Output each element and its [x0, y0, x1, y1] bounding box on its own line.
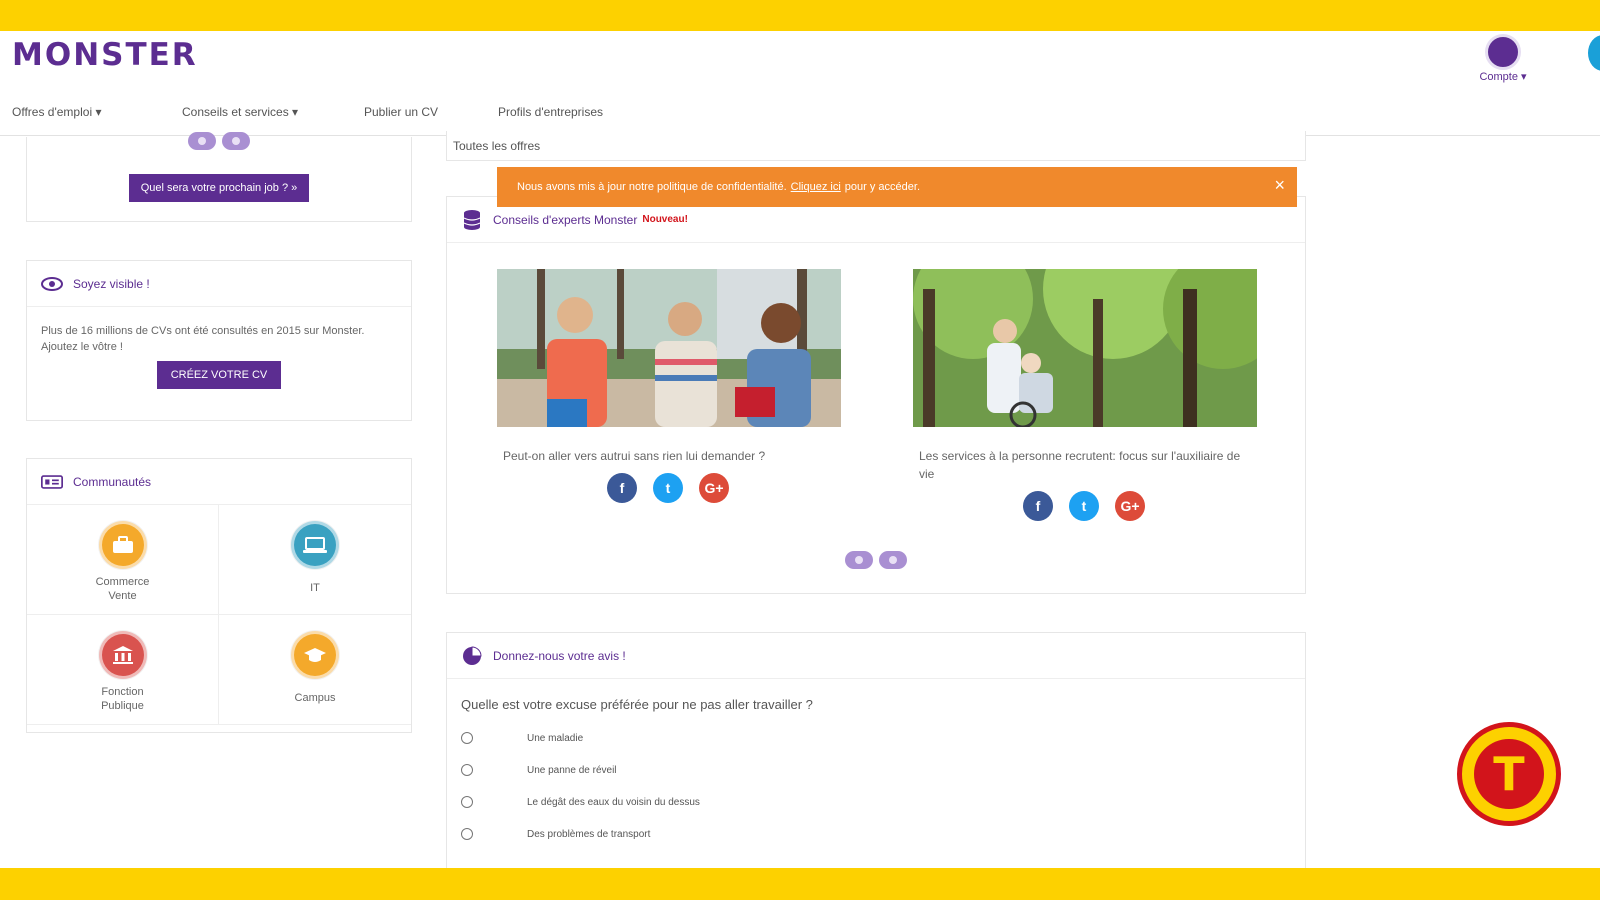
communities-grid: Commerce Vente IT Fonction Publique Camp… [27, 505, 411, 725]
new-badge: Nouveau! [642, 214, 688, 225]
poll-option[interactable]: Des problèmes de transport [461, 818, 1305, 850]
nav-offres-emploi[interactable]: Offres d'emploi ▾ [0, 105, 170, 119]
community-commerce-vente[interactable]: Commerce Vente [27, 505, 219, 615]
visible-panel: Soyez visible ! Plus de 16 millions de C… [26, 260, 412, 421]
laptop-icon [291, 521, 339, 569]
poll-question: Quelle est votre excuse préférée pour ne… [461, 697, 813, 712]
community-fonction-publique[interactable]: Fonction Publique [27, 615, 219, 725]
site-header: MONSTER Compte ▾ Offres d'emploi ▾ Conse… [0, 31, 1600, 136]
share-buttons: f t G+ [607, 473, 841, 503]
account-label[interactable]: Compte ▾ [1468, 70, 1538, 83]
nav-conseils-services[interactable]: Conseils et services ▾ [170, 105, 352, 119]
create-cv-button[interactable]: CRÉEZ VOTRE CV [156, 361, 282, 389]
user-avatar-icon[interactable] [1485, 34, 1521, 70]
poll-radio[interactable] [461, 732, 473, 744]
article-image[interactable] [913, 219, 1283, 429]
poll-header: Donnez-nous votre avis ! [447, 633, 1305, 679]
poll-option-label[interactable]: Une maladie [527, 733, 583, 744]
community-campus[interactable]: Campus [219, 615, 411, 725]
communities-header: Communautés [27, 459, 411, 505]
google-plus-icon[interactable]: G+ [699, 473, 729, 503]
channel-badge-logo: T [1457, 722, 1561, 826]
carousel-dot-icon[interactable] [222, 132, 250, 150]
eye-icon [41, 275, 63, 293]
carousel-dots[interactable] [447, 551, 1305, 569]
building-icon [98, 631, 147, 679]
poll-options: Une maladie Une panne de réveil Le dégât… [447, 722, 1305, 850]
id-card-icon [41, 473, 63, 491]
poll-option[interactable]: Une maladie [461, 722, 1305, 754]
article-title[interactable]: Peut-on aller vers autrui sans rien lui … [497, 447, 841, 465]
carousel-dot-icon[interactable] [845, 551, 873, 569]
next-job-button[interactable]: Quel sera votre prochain job ? » [128, 174, 310, 202]
privacy-alert: Nous avons mis à jour notre politique de… [497, 167, 1297, 207]
monster-logo[interactable]: MONSTER [12, 37, 198, 73]
twitter-icon[interactable]: t [653, 473, 683, 503]
experts-panel: Conseils d'experts Monster Nouveau! Peut… [446, 196, 1306, 594]
article-image[interactable] [497, 269, 841, 427]
poll-title: Donnez-nous votre avis ! [493, 648, 626, 663]
alert-text-after: pour y accéder. [844, 181, 921, 193]
poll-option[interactable]: Le dégât des eaux du voisin du dessus [461, 786, 1305, 818]
database-icon [461, 209, 483, 230]
share-buttons: f t G+ [1023, 491, 1257, 521]
twitter-icon[interactable]: t [1069, 491, 1099, 521]
poll-panel: Donnez-nous votre avis ! Quelle est votr… [446, 632, 1306, 868]
close-icon[interactable]: × [1274, 175, 1285, 196]
poll-radio[interactable] [461, 796, 473, 808]
communities-title: Communautés [73, 474, 152, 489]
community-label: Campus [294, 692, 336, 704]
breadcrumb[interactable]: Toutes les offres [447, 131, 1305, 161]
alert-link[interactable]: Cliquez ici [791, 181, 841, 193]
article-card[interactable]: Peut-on aller vers autrui sans rien lui … [497, 269, 841, 503]
visible-text: Plus de 16 millions de CVs ont été consu… [41, 325, 365, 353]
badge-letter: T [1474, 739, 1544, 809]
community-label: IT [310, 582, 320, 594]
facebook-icon[interactable]: f [607, 473, 637, 503]
visible-title: Soyez visible ! [73, 276, 150, 291]
carousel-dots[interactable] [27, 132, 411, 150]
main-nav: Offres d'emploi ▾ Conseils et services ▾… [0, 105, 615, 119]
experts-title: Conseils d'experts Monster [493, 212, 638, 227]
community-label: Fonction Publique [101, 686, 144, 712]
visible-panel-header: Soyez visible ! [27, 261, 411, 307]
partial-circle-icon [1588, 35, 1600, 71]
bottom-yellow-band [0, 868, 1600, 900]
carousel-dot-icon[interactable] [188, 132, 216, 150]
article-title[interactable]: Les services à la personne recrutent: fo… [913, 447, 1257, 483]
poll-radio[interactable] [461, 828, 473, 840]
community-it[interactable]: IT [219, 505, 411, 615]
communities-panel: Communautés Commerce Vente IT Fonction P… [26, 458, 412, 733]
poll-option-label[interactable]: Une panne de réveil [527, 765, 617, 776]
briefcase-icon [98, 521, 147, 569]
poll-option[interactable]: Une panne de réveil [461, 754, 1305, 786]
google-plus-icon[interactable]: G+ [1115, 491, 1145, 521]
top-yellow-band [0, 0, 1600, 31]
alert-text: Nous avons mis à jour notre politique de… [517, 181, 787, 193]
article-card[interactable]: Les services à la personne recrutent: fo… [913, 219, 1283, 521]
facebook-icon[interactable]: f [1023, 491, 1053, 521]
account-menu[interactable]: Compte ▾ [1468, 31, 1538, 83]
graduation-cap-icon [291, 631, 339, 679]
poll-option-label[interactable]: Des problèmes de transport [527, 829, 650, 840]
breadcrumb-bar: Toutes les offres [446, 131, 1306, 161]
nav-publier-cv[interactable]: Publier un CV [352, 105, 486, 119]
job-search-panel: Quel sera votre prochain job ? » [26, 132, 412, 222]
poll-radio[interactable] [461, 764, 473, 776]
carousel-dot-icon[interactable] [879, 551, 907, 569]
nav-profils-entreprises[interactable]: Profils d'entreprises [486, 105, 615, 119]
community-label: Commerce Vente [95, 576, 150, 602]
pie-chart-icon [461, 645, 483, 665]
poll-option-label[interactable]: Le dégât des eaux du voisin du dessus [527, 797, 700, 808]
